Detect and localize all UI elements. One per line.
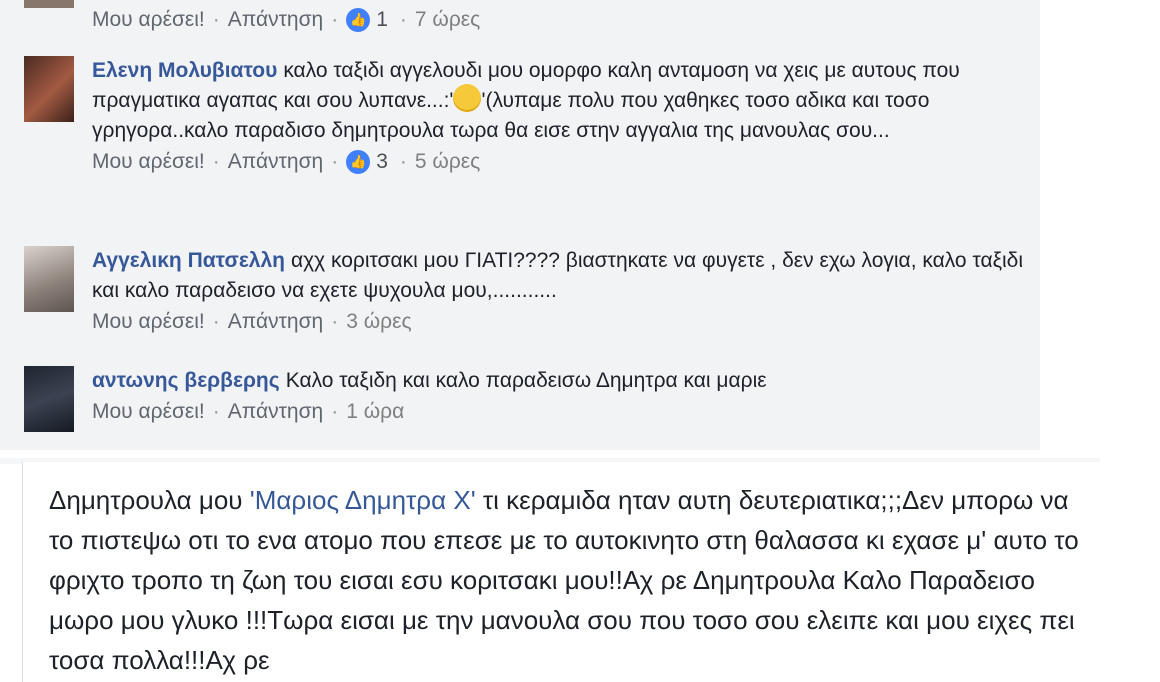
comment-actions: Μου αρέσει! · Απάντηση · 3 ώρες bbox=[92, 308, 1024, 336]
smiley-emoji-icon bbox=[453, 84, 482, 113]
avatar[interactable] bbox=[24, 56, 74, 122]
like-link[interactable]: Μου αρέσει! bbox=[92, 148, 205, 176]
reply-link[interactable]: Απάντηση bbox=[228, 308, 323, 336]
timestamp[interactable]: 5 ώρες bbox=[415, 148, 480, 176]
comment-author[interactable]: Αγγελικη Πατσελλη bbox=[92, 249, 285, 272]
reply-link[interactable]: Απάντηση bbox=[228, 398, 323, 426]
reply-link[interactable]: Απάντηση bbox=[228, 148, 323, 176]
comments-panel: Μου αρέσει! · Απάντηση · 👍 1 · 7 ώρες Ελ… bbox=[0, 0, 1040, 450]
thumbs-up-icon: 👍 bbox=[346, 150, 371, 174]
timestamp[interactable]: 1 ώρα bbox=[346, 398, 404, 426]
comment-actions: Μου αρέσει! · Απάντηση · 👍 1 · 7 ώρες bbox=[92, 6, 1024, 34]
post-text: Δημητρουλα μου 'Μαριος Δημητρα Χ' τι κερ… bbox=[49, 485, 1079, 675]
comment-text: Ελενη Μολυβιατου καλο ταξιδι αγγελουδι μο… bbox=[92, 59, 960, 142]
comment-author[interactable]: Ελενη Μολυβιατου bbox=[92, 59, 277, 82]
comment-actions: Μου αρέσει! · Απάντηση · 1 ώρα bbox=[92, 398, 1024, 426]
timestamp[interactable]: 7 ώρες bbox=[415, 6, 480, 34]
avatar[interactable] bbox=[24, 246, 74, 312]
comment-author[interactable]: αντωνης βερβερης bbox=[92, 369, 280, 392]
reaction-count[interactable]: 👍 3 bbox=[346, 148, 388, 176]
mention-link[interactable]: 'Μαριος Δημητρα Χ' bbox=[250, 485, 476, 515]
comment-text: Αγγελικη Πατσελλη αχχ κοριτσακι μου ΓΙΑΤΙ… bbox=[92, 249, 1024, 302]
comment-text: αντωνης βερβερης Καλο ταξιδη και καλο παρ… bbox=[92, 369, 767, 392]
reaction-count[interactable]: 👍 1 bbox=[346, 6, 388, 34]
like-link[interactable]: Μου αρέσει! bbox=[92, 6, 205, 34]
comment-actions: Μου αρέσει! · Απάντηση · 👍 3 · 5 ώρες bbox=[92, 148, 1024, 176]
avatar[interactable] bbox=[24, 0, 74, 8]
avatar[interactable] bbox=[24, 366, 74, 432]
post-content: Δημητρουλα μου 'Μαριος Δημητρα Χ' τι κερ… bbox=[22, 462, 1103, 682]
like-link[interactable]: Μου αρέσει! bbox=[92, 308, 205, 336]
like-link[interactable]: Μου αρέσει! bbox=[92, 398, 205, 426]
reply-link[interactable]: Απάντηση bbox=[228, 6, 323, 34]
thumbs-up-icon: 👍 bbox=[346, 8, 371, 32]
timestamp[interactable]: 3 ώρες bbox=[346, 308, 411, 336]
